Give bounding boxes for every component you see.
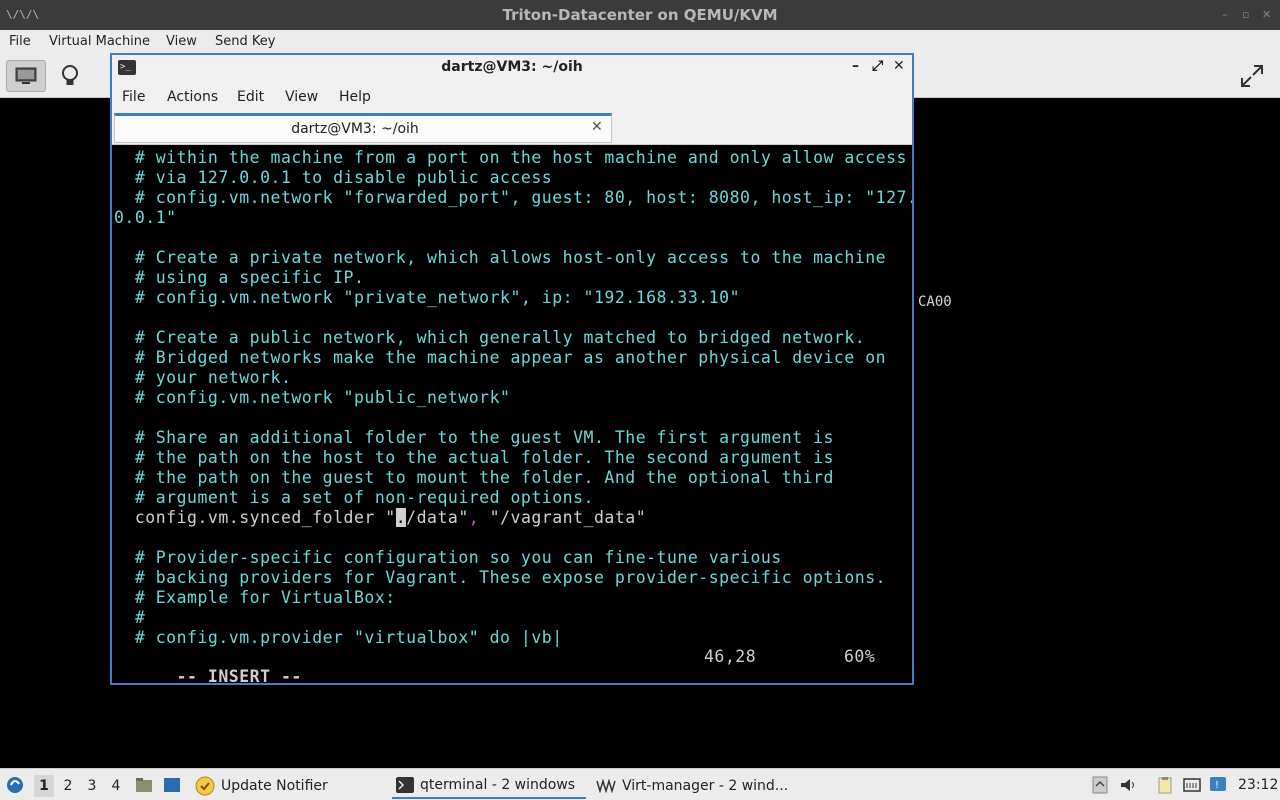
menu-actions[interactable]: Actions <box>167 89 218 105</box>
cursor-position: 46,28 <box>704 647 757 666</box>
start-menu-icon[interactable] <box>6 776 24 794</box>
terminal-line: # the path on the host to the actual fol… <box>114 448 834 467</box>
details-button[interactable] <box>50 60 90 92</box>
monitor-icon <box>15 67 37 84</box>
clipboard-icon[interactable] <box>1156 776 1174 794</box>
code-fragment: , <box>468 508 490 527</box>
workspace-2[interactable]: 2 <box>58 775 78 797</box>
menu-file[interactable]: File <box>9 34 31 49</box>
terminal-line: # the path on the guest to mount the fol… <box>114 468 834 487</box>
terminal-line: # argument is a set of non-required opti… <box>114 488 594 507</box>
clock: 23:12 <box>1238 777 1279 793</box>
terminal-icon <box>396 777 414 793</box>
scroll-percent: 60% <box>844 647 876 666</box>
terminal-body[interactable]: # within the machine from a port on the … <box>112 145 912 683</box>
vim-statusline: -- INSERT -- 46,28 60% <box>114 647 910 683</box>
menu-file[interactable]: File <box>122 89 145 105</box>
maximize-icon[interactable]: ▫ <box>1242 8 1249 21</box>
network-icon[interactable] <box>1183 776 1201 794</box>
menu-virtual-machine[interactable]: Virtual Machine <box>49 34 150 49</box>
notification-icon[interactable]: ! <box>1209 776 1227 794</box>
terminal-line: # Share an additional folder to the gues… <box>114 428 834 447</box>
vm-console-text: CA00 <box>918 294 952 310</box>
desktop-icon[interactable] <box>163 776 181 794</box>
minimize-icon[interactable]: – <box>1222 8 1228 21</box>
terminal-line: # your network. <box>114 368 292 387</box>
task-update-notifier[interactable]: Update Notifier <box>191 773 332 799</box>
fullscreen-button[interactable] <box>1232 60 1272 92</box>
terminal-line: 0.0.1" <box>114 208 177 227</box>
close-icon[interactable]: ✕ <box>893 58 905 74</box>
workspace-3[interactable]: 3 <box>82 775 102 797</box>
minimize-icon[interactable]: – <box>852 58 859 74</box>
terminal-line: # config.vm.network "private_network", i… <box>114 288 741 307</box>
fullscreen-icon <box>1241 65 1263 87</box>
code-fragment: "/vagrant_data" <box>489 508 647 527</box>
close-icon[interactable]: ✕ <box>1262 8 1271 21</box>
terminal-titlebar[interactable]: >_ dartz@VM3: ~/oih – ⤢ ✕ <box>112 55 912 81</box>
outer-titlebar[interactable]: \/\/\ Triton-Datacenter on QEMU/KVM – ▫ … <box>0 0 1280 30</box>
terminal-line: # Example for VirtualBox: <box>114 588 396 607</box>
terminal-line: # config.vm.network "forwarded_port", gu… <box>114 188 912 207</box>
workspace-4[interactable]: 4 <box>106 775 126 797</box>
terminal-tabbar: dartz@VM3: ~/oih ✕ <box>112 113 912 145</box>
terminal-line: # via 127.0.0.1 to disable public access <box>114 168 553 187</box>
task-label: Virt-manager - 2 wind... <box>622 778 789 794</box>
volume-icon[interactable] <box>1119 776 1137 794</box>
menu-send-key[interactable]: Send Key <box>215 34 275 49</box>
virt-manager-icon <box>596 779 616 793</box>
terminal-line: # using a specific IP. <box>114 268 365 287</box>
terminal-line: # Create a public network, which general… <box>114 328 866 347</box>
terminal-title: dartz@VM3: ~/oih <box>441 59 583 75</box>
code-fragment: config.vm.synced_folder " <box>114 508 396 527</box>
code-fragment: /data" <box>406 508 469 527</box>
task-label: Update Notifier <box>221 778 328 794</box>
terminal-tab-label: dartz@VM3: ~/oih <box>291 121 419 137</box>
tray-expand-icon[interactable] <box>1091 776 1109 794</box>
terminal-line: # Bridged networks make the machine appe… <box>114 348 887 367</box>
svg-text:!: ! <box>1215 780 1219 791</box>
terminal-line: config.vm.synced_folder "./data", "/vagr… <box>114 508 912 528</box>
task-qterminal[interactable]: qterminal - 2 windows <box>392 773 586 799</box>
task-virt-manager[interactable]: Virt-manager - 2 wind... <box>592 773 792 799</box>
workspace-1[interactable]: 1 <box>34 775 54 797</box>
task-label: qterminal - 2 windows <box>420 777 576 793</box>
terminal-line: # config.vm.provider "virtualbox" do |vb… <box>114 628 563 647</box>
menu-help[interactable]: Help <box>339 89 371 105</box>
terminal-line: # within the machine from a port on the … <box>114 148 907 167</box>
qterminal-window: >_ dartz@VM3: ~/oih – ⤢ ✕ File Actions E… <box>110 53 914 685</box>
menu-edit[interactable]: Edit <box>237 89 264 105</box>
terminal-line: # backing providers for Vagrant. These e… <box>114 568 887 587</box>
update-notifier-icon <box>195 776 215 796</box>
file-manager-icon[interactable] <box>135 776 153 794</box>
taskbar: 1 2 3 4 Update Notifier qterminal - 2 wi… <box>0 768 1280 800</box>
lightbulb-icon <box>62 65 78 85</box>
vim-mode: -- INSERT -- <box>176 667 302 683</box>
restore-icon[interactable]: ⤢ <box>872 58 883 74</box>
text-cursor: . <box>395 508 407 527</box>
terminal-tab[interactable]: dartz@VM3: ~/oih ✕ <box>114 113 612 143</box>
menu-view[interactable]: View <box>166 34 197 49</box>
console-button[interactable] <box>6 60 46 92</box>
tab-close-icon[interactable]: ✕ <box>591 119 603 135</box>
terminal-line: # <box>114 608 146 627</box>
outer-menubar: File Virtual Machine View Send Key <box>0 30 1280 54</box>
terminal-menubar: File Actions Edit View Help <box>112 81 912 113</box>
outer-window-title: Triton-Datacenter on QEMU/KVM <box>502 6 778 24</box>
menu-view[interactable]: View <box>285 89 318 105</box>
terminal-line: # config.vm.network "public_network" <box>114 388 511 407</box>
terminal-line: # Provider-specific configuration so you… <box>114 548 782 567</box>
terminal-line: # Create a private network, which allows… <box>114 248 887 267</box>
